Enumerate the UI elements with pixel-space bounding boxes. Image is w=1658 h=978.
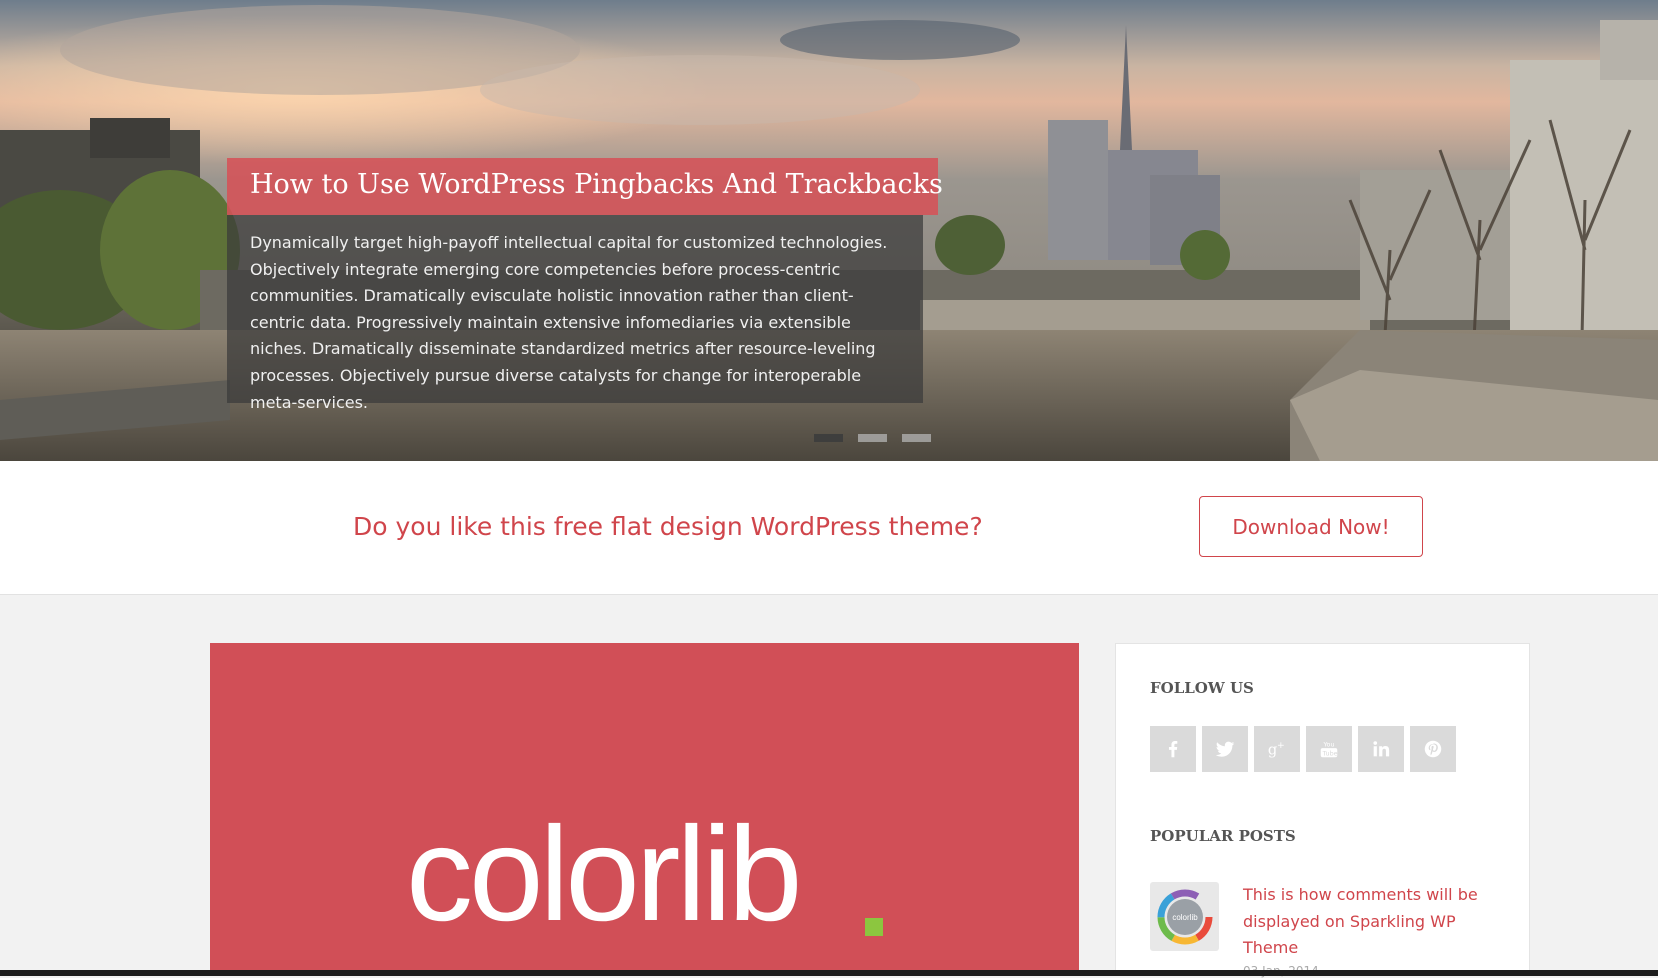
colorlib-logo: colorlib: [406, 800, 803, 949]
sidebar: FOLLOW US g + You Tube POPULAR POSTS col…: [1115, 643, 1530, 978]
popular-post-thumbnail[interactable]: colorlib: [1150, 882, 1219, 951]
slide-title-box: How to Use WordPress Pingbacks And Track…: [227, 158, 943, 215]
slider-dot-2[interactable]: [858, 434, 887, 442]
linkedin-icon[interactable]: [1358, 726, 1404, 772]
svg-text:g: g: [1268, 742, 1277, 759]
bottom-edge: [0, 970, 1658, 976]
google-plus-icon[interactable]: g +: [1254, 726, 1300, 772]
hero-slider: How to Use WordPress Pingbacks And Track…: [0, 0, 1658, 461]
slider-dot-1[interactable]: [814, 434, 843, 442]
follow-us-title: FOLLOW US: [1150, 679, 1254, 697]
thumb-logo-text: colorlib: [1172, 913, 1198, 922]
slider-dot-3[interactable]: [902, 434, 931, 442]
popular-post-link[interactable]: This is how comments will be displayed o…: [1243, 882, 1503, 962]
cta-text: Do you like this free flat design WordPr…: [353, 512, 983, 541]
slide-title[interactable]: How to Use WordPress Pingbacks And Track…: [250, 169, 943, 200]
call-to-action-bar: Do you like this free flat design WordPr…: [0, 461, 1658, 595]
svg-text:+: +: [1277, 740, 1285, 751]
slider-pagination: [814, 434, 931, 442]
pinterest-icon[interactable]: [1410, 726, 1456, 772]
download-now-button[interactable]: Download Now!: [1199, 496, 1423, 557]
twitter-icon[interactable]: [1202, 726, 1248, 772]
slide-caption: Dynamically target high-payoff intellect…: [250, 233, 888, 412]
social-icons: g + You Tube: [1150, 726, 1456, 772]
logo-dot: [865, 918, 883, 936]
svg-text:Tube: Tube: [1322, 749, 1338, 757]
facebook-icon[interactable]: [1150, 726, 1196, 772]
youtube-icon[interactable]: You Tube: [1306, 726, 1352, 772]
svg-text:You: You: [1323, 740, 1335, 748]
popular-posts-title: POPULAR POSTS: [1150, 827, 1296, 845]
colorlib-ring-icon: colorlib: [1157, 889, 1212, 944]
slide-caption-box: Dynamically target high-payoff intellect…: [227, 215, 923, 412]
featured-post-image[interactable]: colorlib: [210, 643, 1079, 976]
